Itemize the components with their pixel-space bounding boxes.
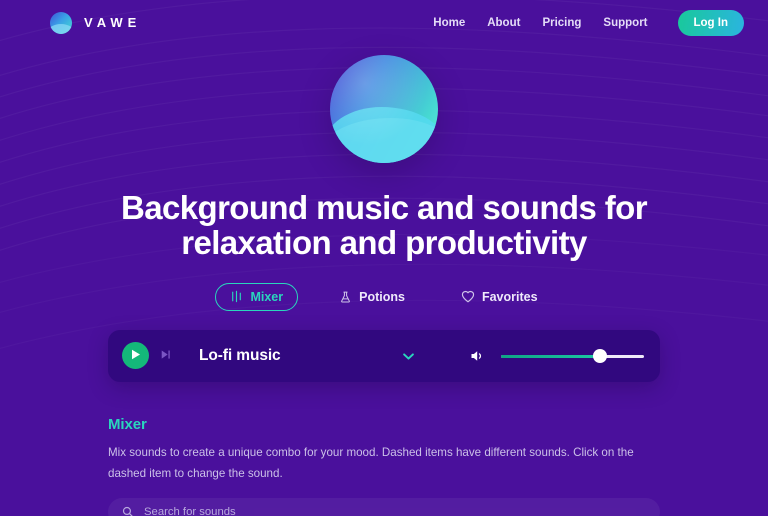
play-icon	[130, 348, 141, 363]
brand-logo[interactable]: VAWE	[50, 11, 142, 34]
tab-favorites-label: Favorites	[481, 289, 538, 304]
speaker-icon[interactable]	[470, 349, 485, 363]
tab-mixer-label: Mixer	[250, 289, 284, 304]
mixer-section: Mixer Mix sounds to create a unique comb…	[108, 416, 660, 516]
skip-next-button[interactable]	[149, 348, 172, 364]
main-nav: Home About Pricing Support Log In	[433, 9, 744, 36]
volume-control	[470, 349, 644, 364]
brand-name: VAWE	[84, 15, 142, 30]
skip-next-icon	[159, 348, 172, 364]
log-in-button[interactable]: Log In	[677, 9, 744, 36]
track-dropdown-button[interactable]	[397, 342, 420, 369]
nav-item-support[interactable]: Support	[603, 17, 647, 29]
site-header: VAWE Home About Pricing Support Log In	[0, 0, 768, 45]
orb-sheen	[330, 55, 438, 163]
mixer-heading: Mixer	[108, 415, 147, 433]
nav-item-about[interactable]: About	[487, 17, 520, 29]
equalizer-icon	[230, 290, 243, 303]
volume-fill	[500, 354, 600, 358]
nav-item-home[interactable]: Home	[433, 17, 465, 29]
chevron-down-icon	[402, 348, 414, 363]
orb-wave-icon	[330, 55, 438, 163]
page-title: Background music and sounds for relaxati…	[121, 189, 648, 261]
tab-potions[interactable]: Potions	[324, 283, 420, 311]
mixer-description: Mix sounds to create a unique combo for …	[108, 445, 634, 481]
tab-favorites[interactable]: Favorites	[446, 283, 553, 311]
tab-mixer[interactable]: Mixer	[215, 282, 299, 311]
track-name: Lo-fi music	[199, 346, 281, 364]
heart-icon	[461, 290, 475, 303]
hero-section: Background music and sounds for relaxati…	[0, 45, 768, 311]
mode-tabs: Mixer Potions Favorites	[0, 282, 768, 311]
player-bar: Lo-fi music	[108, 329, 660, 382]
tab-potions-label: Potions	[359, 289, 405, 304]
search-input[interactable]	[144, 505, 646, 516]
search-icon	[122, 506, 134, 516]
flask-icon	[339, 290, 352, 304]
hero-orb-wrapper	[0, 45, 768, 163]
search-bar[interactable]	[108, 497, 660, 516]
volume-thumb[interactable]	[592, 349, 607, 364]
play-button[interactable]	[122, 342, 149, 370]
volume-slider[interactable]	[500, 349, 644, 364]
nav-item-pricing[interactable]: Pricing	[542, 17, 581, 29]
orb-wave-icon	[50, 11, 72, 34]
